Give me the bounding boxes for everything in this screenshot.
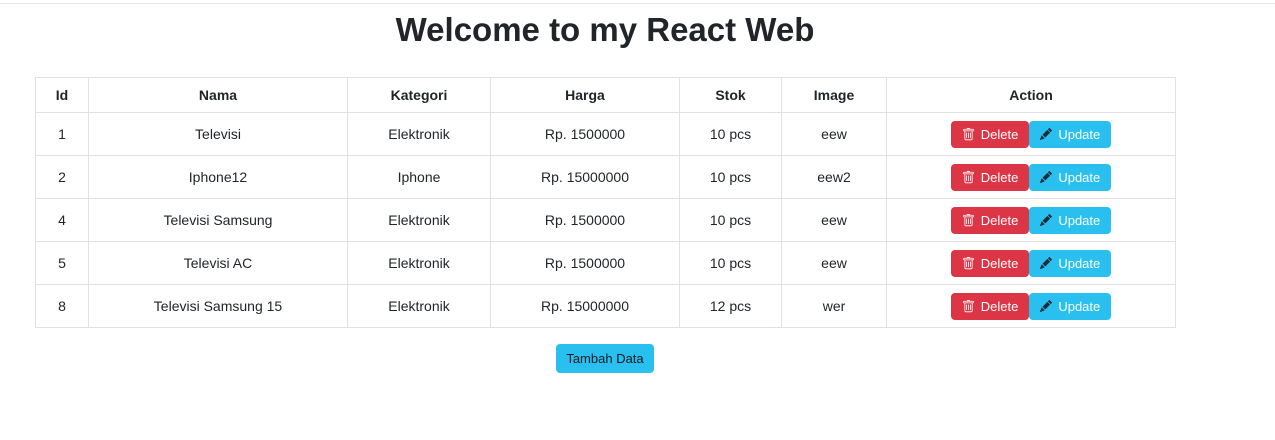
trash-icon [962, 128, 975, 141]
cell-id: 5 [36, 242, 89, 285]
delete-button[interactable]: Delete [951, 207, 1030, 234]
cell-action: Delete Update [887, 285, 1176, 328]
action-button-group: Delete Update [951, 121, 1112, 148]
cell-image: eew [782, 242, 887, 285]
cell-stok: 10 pcs [680, 113, 782, 156]
delete-button[interactable]: Delete [951, 121, 1030, 148]
pencil-icon [1040, 300, 1052, 312]
cell-stok: 10 pcs [680, 156, 782, 199]
cell-action: Delete Update [887, 113, 1176, 156]
cell-nama: Iphone12 [89, 156, 348, 199]
cell-id: 2 [36, 156, 89, 199]
update-button-label: Update [1058, 171, 1100, 184]
trash-icon [962, 300, 975, 313]
delete-button-label: Delete [981, 300, 1019, 313]
header-id: Id [36, 78, 89, 113]
cell-kategori: Elektronik [348, 199, 491, 242]
table-row: 2 Iphone12 Iphone Rp. 15000000 10 pcs ee… [36, 156, 1176, 199]
cell-kategori: Iphone [348, 156, 491, 199]
cell-harga: Rp. 1500000 [491, 242, 680, 285]
update-button-label: Update [1058, 214, 1100, 227]
update-button[interactable]: Update [1029, 121, 1111, 148]
action-button-group: Delete Update [951, 250, 1112, 277]
tambah-data-wrap: Tambah Data [35, 344, 1175, 373]
tambah-data-button[interactable]: Tambah Data [556, 344, 653, 373]
cell-action: Delete Update [887, 242, 1176, 285]
cell-harga: Rp. 15000000 [491, 156, 680, 199]
cell-kategori: Elektronik [348, 285, 491, 328]
cell-id: 4 [36, 199, 89, 242]
cell-action: Delete Update [887, 156, 1176, 199]
table-row: 5 Televisi AC Elektronik Rp. 1500000 10 … [36, 242, 1176, 285]
cell-image: eew2 [782, 156, 887, 199]
delete-button[interactable]: Delete [951, 250, 1030, 277]
update-button[interactable]: Update [1029, 250, 1111, 277]
products-table: Id Nama Kategori Harga Stok Image Action… [35, 77, 1176, 328]
table-row: 4 Televisi Samsung Elektronik Rp. 150000… [36, 199, 1176, 242]
pencil-icon [1040, 214, 1052, 226]
table-row: 1 Televisi Elektronik Rp. 1500000 10 pcs… [36, 113, 1176, 156]
main-container: Welcome to my React Web Id Nama Kategori… [35, 11, 1175, 373]
action-button-group: Delete Update [951, 207, 1112, 234]
cell-stok: 10 pcs [680, 242, 782, 285]
header-stok: Stok [680, 78, 782, 113]
update-button[interactable]: Update [1029, 293, 1111, 320]
trash-icon [962, 214, 975, 227]
cell-stok: 12 pcs [680, 285, 782, 328]
cell-kategori: Elektronik [348, 113, 491, 156]
action-button-group: Delete Update [951, 293, 1112, 320]
cell-image: wer [782, 285, 887, 328]
cell-stok: 10 pcs [680, 199, 782, 242]
update-button[interactable]: Update [1029, 207, 1111, 234]
header-nama: Nama [89, 78, 348, 113]
header-image: Image [782, 78, 887, 113]
delete-button[interactable]: Delete [951, 164, 1030, 191]
page-title: Welcome to my React Web [35, 11, 1175, 49]
cell-kategori: Elektronik [348, 242, 491, 285]
update-button-label: Update [1058, 257, 1100, 270]
update-button[interactable]: Update [1029, 164, 1111, 191]
cell-nama: Televisi AC [89, 242, 348, 285]
delete-button[interactable]: Delete [951, 293, 1030, 320]
table-header-row: Id Nama Kategori Harga Stok Image Action [36, 78, 1176, 113]
update-button-label: Update [1058, 300, 1100, 313]
cell-image: eew [782, 113, 887, 156]
pencil-icon [1040, 171, 1052, 183]
top-divider [0, 3, 1275, 4]
cell-nama: Televisi Samsung 15 [89, 285, 348, 328]
cell-id: 1 [36, 113, 89, 156]
cell-harga: Rp. 1500000 [491, 199, 680, 242]
action-button-group: Delete Update [951, 164, 1112, 191]
trash-icon [962, 171, 975, 184]
cell-id: 8 [36, 285, 89, 328]
delete-button-label: Delete [981, 214, 1019, 227]
pencil-icon [1040, 257, 1052, 269]
update-button-label: Update [1058, 128, 1100, 141]
delete-button-label: Delete [981, 128, 1019, 141]
table-row: 8 Televisi Samsung 15 Elektronik Rp. 150… [36, 285, 1176, 328]
header-action: Action [887, 78, 1176, 113]
cell-image: eew [782, 199, 887, 242]
delete-button-label: Delete [981, 171, 1019, 184]
header-harga: Harga [491, 78, 680, 113]
cell-harga: Rp. 15000000 [491, 285, 680, 328]
cell-harga: Rp. 1500000 [491, 113, 680, 156]
trash-icon [962, 257, 975, 270]
cell-nama: Televisi [89, 113, 348, 156]
cell-nama: Televisi Samsung [89, 199, 348, 242]
delete-button-label: Delete [981, 257, 1019, 270]
cell-action: Delete Update [887, 199, 1176, 242]
pencil-icon [1040, 128, 1052, 140]
header-kategori: Kategori [348, 78, 491, 113]
